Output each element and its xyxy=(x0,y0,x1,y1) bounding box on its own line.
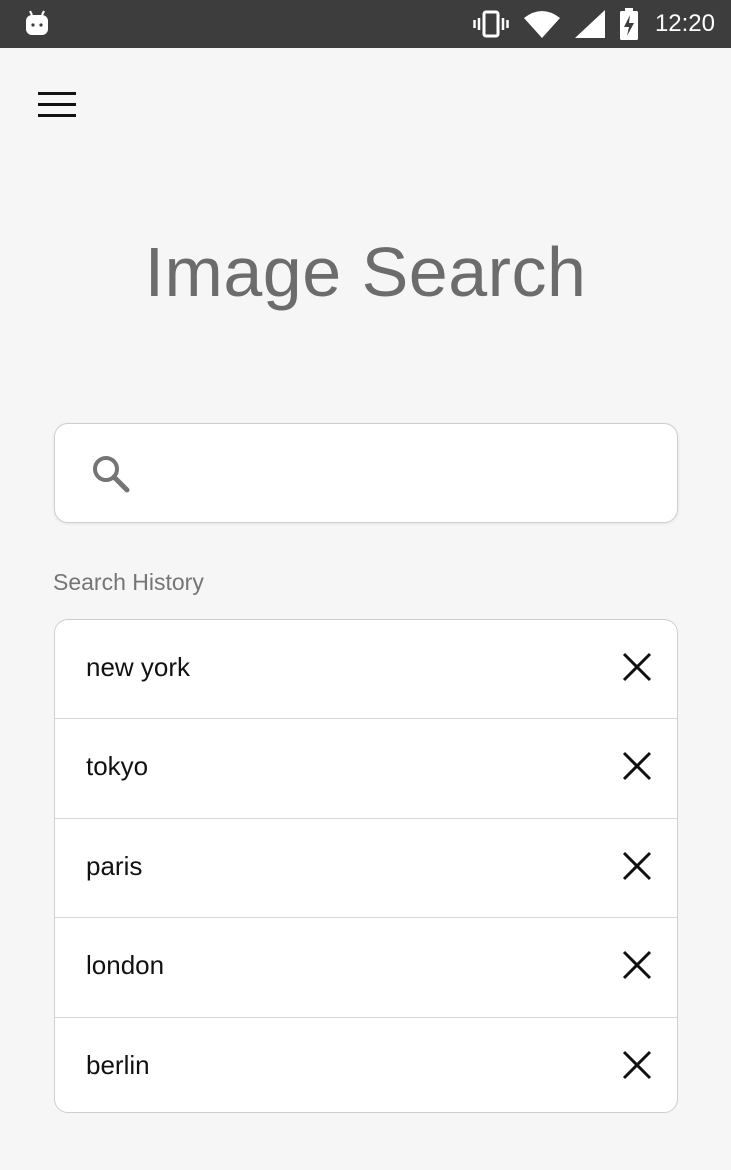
android-icon xyxy=(26,10,48,35)
close-icon[interactable] xyxy=(621,1049,653,1081)
wifi-icon xyxy=(523,11,560,38)
history-item-label[interactable]: tokyo xyxy=(86,751,148,782)
history-item[interactable]: berlin xyxy=(55,1018,677,1112)
menu-line xyxy=(38,103,76,106)
history-item[interactable]: london xyxy=(55,918,677,1018)
page-title: Image Search xyxy=(144,233,587,311)
close-icon[interactable] xyxy=(621,750,653,782)
history-item-label[interactable]: london xyxy=(86,950,164,981)
close-icon[interactable] xyxy=(621,850,653,882)
menu-line xyxy=(38,92,76,95)
history-item-label[interactable]: new york xyxy=(86,652,190,683)
history-item[interactable]: tokyo xyxy=(55,719,677,819)
vibrate-icon xyxy=(473,10,509,38)
signal-icon xyxy=(574,10,605,38)
close-icon[interactable] xyxy=(621,949,653,981)
hamburger-menu-icon[interactable] xyxy=(38,92,76,120)
history-item-label[interactable]: paris xyxy=(86,851,142,882)
status-time: 12:20 xyxy=(654,10,715,37)
battery-charging-icon xyxy=(619,8,638,40)
history-item-label[interactable]: berlin xyxy=(86,1050,150,1081)
search-history-label: Search History xyxy=(53,569,204,595)
history-item[interactable]: new york xyxy=(55,620,677,720)
search-icon[interactable] xyxy=(89,452,133,496)
search-input[interactable] xyxy=(151,444,651,504)
search-history-list: new york tokyo paris london berlin xyxy=(54,619,678,1113)
status-bar: 12:20 xyxy=(0,0,731,48)
close-icon[interactable] xyxy=(621,651,653,683)
menu-line xyxy=(38,114,76,117)
search-box[interactable] xyxy=(54,423,678,523)
history-item[interactable]: paris xyxy=(55,819,677,919)
